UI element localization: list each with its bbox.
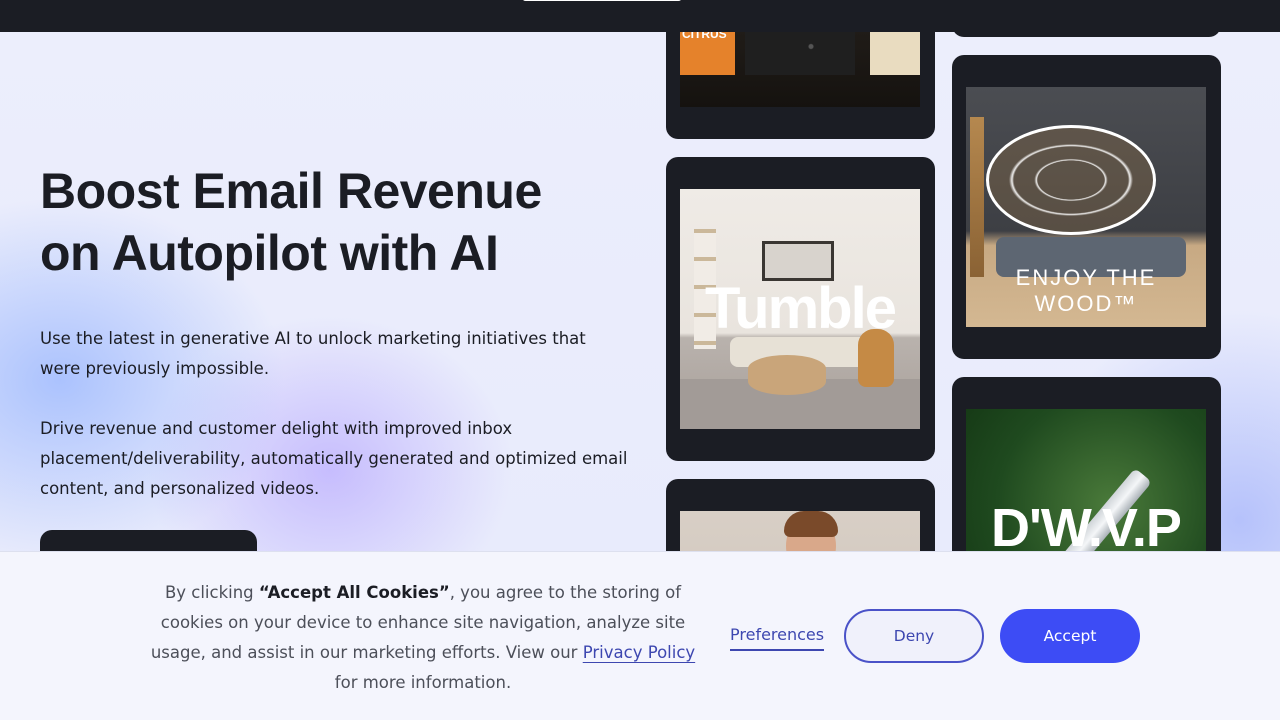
wood-log-logo xyxy=(986,125,1156,235)
top-navigation-bar xyxy=(0,0,1280,32)
hero-section: Boost Email Revenue on Autopilot with AI… xyxy=(40,160,630,504)
nav-pill[interactable] xyxy=(522,0,682,1)
privacy-policy-link[interactable]: Privacy Policy xyxy=(583,643,695,662)
plant xyxy=(970,117,984,277)
tumble-image: Tumble xyxy=(680,189,920,429)
cookie-text-bold: “Accept All Cookies” xyxy=(258,583,450,602)
hero-paragraph-2: Drive revenue and customer delight with … xyxy=(40,419,628,498)
hero-paragraph-1: Use the latest in generative AI to unloc… xyxy=(40,329,586,378)
dwvp-logo: D'W.V.P xyxy=(991,498,1182,558)
tumble-logo: Tumble xyxy=(705,276,897,341)
preferences-button[interactable]: Preferences xyxy=(730,621,825,651)
wood-image: ENJOY THE WOOD™ xyxy=(966,87,1206,327)
cookie-message: By clicking “Accept All Cookies”, you ag… xyxy=(140,578,706,698)
hero-title: Boost Email Revenue on Autopilot with AI xyxy=(40,160,630,284)
person-hair xyxy=(784,511,838,537)
deny-button[interactable]: Deny xyxy=(844,609,984,663)
gallery-card-wood: ENJOY THE WOOD™ xyxy=(952,55,1221,359)
hero-title-line1: Boost Email Revenue xyxy=(40,163,542,219)
gallery-card-tumble: Tumble xyxy=(666,157,935,461)
wood-logo-text: ENJOY THE WOOD™ xyxy=(1015,265,1157,316)
coffee-table xyxy=(748,355,826,395)
cookie-text-suffix: for more information. xyxy=(334,673,512,692)
cookie-text-prefix: By clicking xyxy=(164,583,259,602)
accept-button[interactable]: Accept xyxy=(1000,609,1140,663)
hero-title-line2: on Autopilot with AI xyxy=(40,225,499,281)
